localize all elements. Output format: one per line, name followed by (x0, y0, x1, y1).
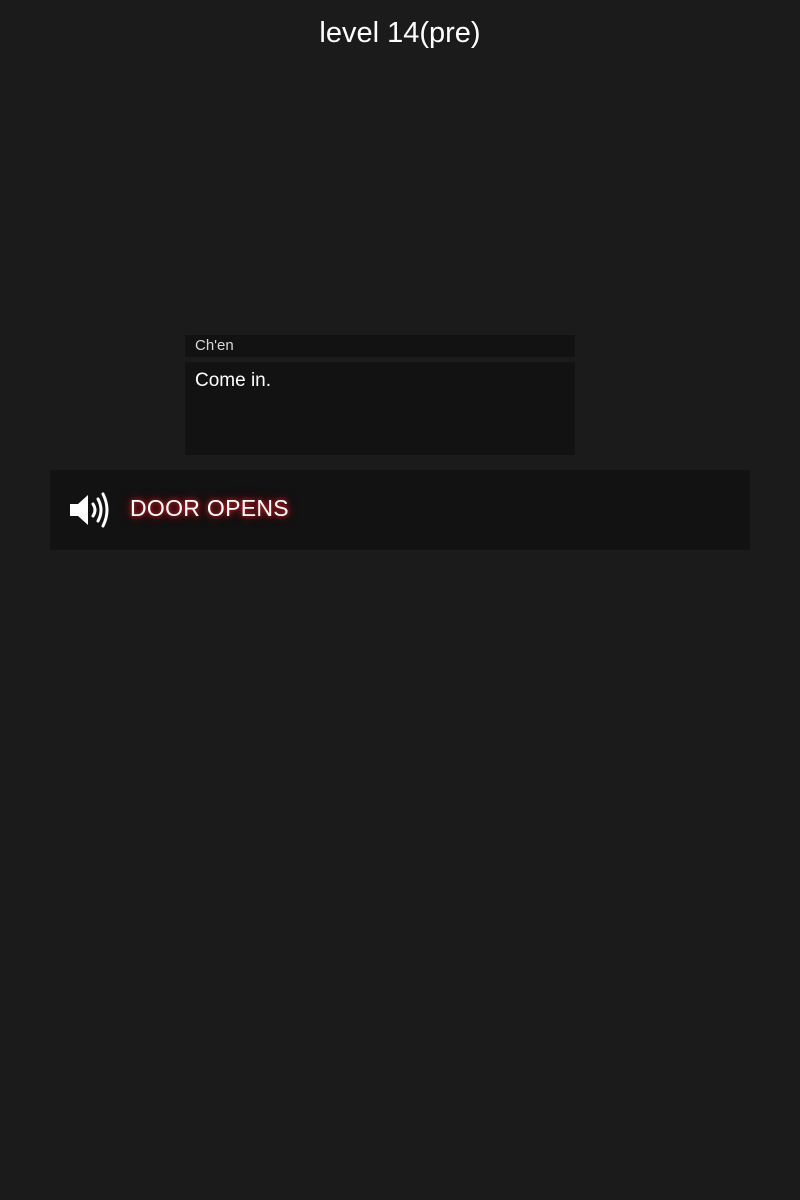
dialogue-box[interactable]: Ch'en Come in. (185, 335, 575, 455)
speaker-name: Ch'en (185, 335, 575, 357)
speaker-volume-icon (70, 492, 109, 528)
sound-effect-banner: DOOR OPENS (50, 470, 750, 550)
sound-effect-label: DOOR OPENS (130, 495, 289, 521)
dialogue-text: Come in. (185, 362, 575, 455)
level-title: level 14(pre) (319, 17, 481, 49)
